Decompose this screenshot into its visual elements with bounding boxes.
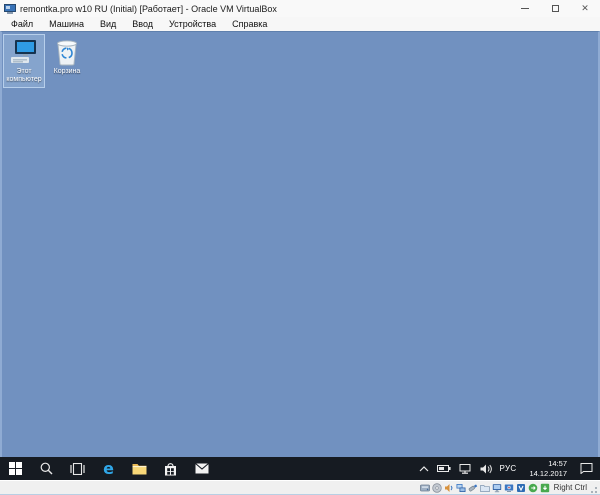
action-center-button[interactable] bbox=[576, 457, 597, 480]
clock: 14:57 14.12.2017 bbox=[524, 459, 572, 479]
vm-window-icon bbox=[4, 4, 16, 14]
features-icon[interactable] bbox=[515, 482, 526, 493]
menu-devices[interactable]: Устройства bbox=[161, 19, 224, 29]
search-icon bbox=[40, 462, 53, 475]
edge-button[interactable]: e bbox=[93, 457, 124, 480]
audio-icon[interactable] bbox=[443, 482, 454, 493]
task-view-button[interactable] bbox=[62, 457, 93, 480]
folder-icon bbox=[132, 463, 147, 475]
video-capture-icon[interactable] bbox=[503, 482, 514, 493]
window-controls: ✕ bbox=[510, 0, 600, 17]
resize-grip[interactable] bbox=[591, 483, 597, 493]
mail-icon bbox=[195, 463, 209, 474]
desktop-icon-this-pc[interactable]: Этот компьютер bbox=[3, 34, 45, 88]
volume-button[interactable] bbox=[476, 457, 496, 480]
mail-button[interactable] bbox=[186, 457, 217, 480]
battery-icon bbox=[437, 464, 451, 473]
desktop-icon-recycle-bin[interactable]: Корзина bbox=[46, 34, 88, 79]
minimize-icon bbox=[521, 8, 529, 9]
network-icon bbox=[459, 464, 472, 474]
close-button[interactable]: ✕ bbox=[570, 0, 600, 17]
file-explorer-button[interactable] bbox=[124, 457, 155, 480]
taskbar: e bbox=[0, 457, 600, 480]
menu-bar: Файл Машина Вид Ввод Устройства Справка bbox=[0, 17, 600, 31]
task-view-icon bbox=[70, 463, 85, 475]
start-button[interactable] bbox=[0, 457, 31, 480]
search-button[interactable] bbox=[31, 457, 62, 480]
chevron-up-icon bbox=[419, 466, 429, 472]
shared-folders-icon[interactable] bbox=[479, 482, 490, 493]
windows-logo-icon bbox=[9, 462, 22, 475]
menu-input[interactable]: Ввод bbox=[124, 19, 161, 29]
maximize-button[interactable] bbox=[540, 0, 570, 17]
close-icon: ✕ bbox=[581, 4, 589, 13]
date-label: 14.12.2017 bbox=[529, 469, 567, 478]
title-bar: remontka.pro w10 RU (Initial) [Работает]… bbox=[0, 0, 600, 17]
time-label: 14:57 bbox=[548, 459, 567, 468]
usb-icon[interactable] bbox=[467, 482, 478, 493]
battery-button[interactable] bbox=[433, 457, 455, 480]
host-key-label: Right Ctrl bbox=[554, 483, 587, 492]
keyboard-icon[interactable] bbox=[539, 482, 550, 493]
network-button[interactable] bbox=[455, 457, 476, 480]
system-tray: РУС 14:57 14.12.2017 bbox=[415, 457, 600, 480]
action-center-icon bbox=[580, 463, 593, 474]
window-title: remontka.pro w10 RU (Initial) [Работает]… bbox=[20, 4, 510, 14]
network-adapter-icon[interactable] bbox=[455, 482, 466, 493]
menu-view[interactable]: Вид bbox=[92, 19, 124, 29]
edge-icon: e bbox=[103, 461, 114, 477]
mouse-integration-icon[interactable] bbox=[527, 482, 538, 493]
guest-desktop[interactable]: Этот компьютер Корзина bbox=[0, 31, 600, 457]
taskbar-buttons: e bbox=[0, 457, 217, 480]
optical-drives-icon[interactable] bbox=[431, 482, 442, 493]
recycle-bin-icon bbox=[56, 38, 78, 66]
virtualbox-window: remontka.pro w10 RU (Initial) [Работает]… bbox=[0, 0, 600, 495]
desktop-icon-label: Этот компьютер bbox=[3, 68, 45, 85]
language-label: РУС bbox=[500, 464, 517, 473]
volume-icon bbox=[480, 464, 492, 474]
hard-disks-icon[interactable] bbox=[419, 482, 430, 493]
desktop-icon-label: Корзина bbox=[46, 68, 88, 76]
desktop-icons: Этот компьютер Корзина bbox=[3, 34, 89, 88]
display-icon[interactable] bbox=[491, 482, 502, 493]
menu-help[interactable]: Справка bbox=[224, 19, 275, 29]
minimize-button[interactable] bbox=[510, 0, 540, 17]
store-icon bbox=[164, 462, 177, 476]
maximize-icon bbox=[552, 5, 559, 12]
store-button[interactable] bbox=[155, 457, 186, 480]
this-pc-icon bbox=[8, 38, 40, 66]
clock-button[interactable]: 14:57 14.12.2017 bbox=[520, 457, 576, 480]
menu-file[interactable]: Файл bbox=[3, 19, 41, 29]
menu-machine[interactable]: Машина bbox=[41, 19, 92, 29]
vbox-status-bar: Right Ctrl bbox=[0, 480, 600, 495]
language-indicator[interactable]: РУС bbox=[496, 457, 521, 480]
hidden-icons-button[interactable] bbox=[415, 457, 433, 480]
